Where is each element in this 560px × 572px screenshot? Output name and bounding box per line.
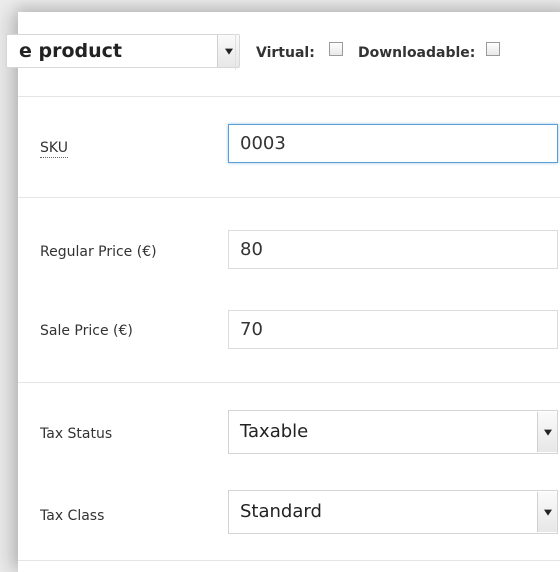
header-separator [235,34,236,70]
sku-input[interactable]: 0003 [228,124,558,163]
chevron-down-icon [224,48,233,55]
chevron-down-icon [543,429,552,436]
sale-price-input[interactable]: 70 [228,310,558,349]
tax-class-arrow-button[interactable] [537,492,557,532]
chevron-down-icon [543,509,552,516]
regular-price-label: Regular Price (€) [40,244,157,260]
product-type-header: e product Virtual: Downloadable: [6,12,560,96]
sku-label: SKU [40,140,68,158]
sale-price-label: Sale Price (€) [40,323,133,339]
regular-price-input[interactable]: 80 [228,230,558,269]
downloadable-checkbox[interactable] [486,42,500,56]
tax-class-selected-value: Standard [240,501,322,522]
virtual-label: Virtual: [256,45,315,61]
virtual-checkbox[interactable] [329,42,343,56]
section-divider [18,197,560,198]
tax-status-selected-value: Taxable [240,421,309,442]
tax-status-arrow-button[interactable] [537,412,557,452]
tax-class-label: Tax Class [40,508,105,524]
section-divider [18,560,560,561]
product-type-select[interactable]: e product [6,34,240,68]
section-divider [18,96,560,97]
tax-status-select[interactable]: Taxable [228,410,558,454]
product-type-selected-value: e product [19,40,122,62]
product-data-panel: e product Virtual: Downloadable: SKU 000… [6,12,560,572]
tax-status-label: Tax Status [40,426,113,442]
downloadable-label: Downloadable: [358,45,476,61]
tax-class-select[interactable]: Standard [228,490,558,534]
section-divider [18,382,560,383]
